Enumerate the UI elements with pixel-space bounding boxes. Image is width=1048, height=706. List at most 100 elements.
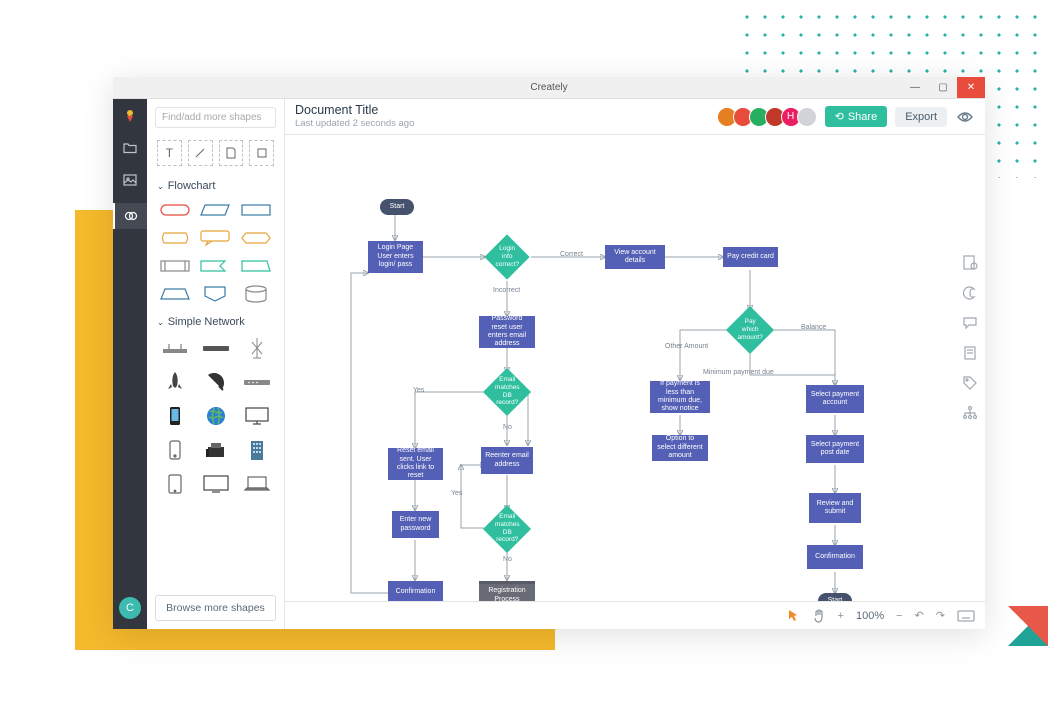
node-confirmation2[interactable]: Confirmation bbox=[807, 545, 863, 569]
shapes-icon[interactable] bbox=[113, 203, 147, 229]
zoom-out-button[interactable]: − bbox=[896, 610, 902, 622]
zoom-in-button[interactable]: + bbox=[838, 610, 844, 622]
node-select-date[interactable]: Select payment post date bbox=[806, 435, 864, 463]
close-button[interactable]: ✕ bbox=[957, 77, 985, 98]
network-section-header[interactable]: ⌄Simple Network bbox=[147, 310, 284, 330]
node-email-matches2[interactable]: Email matches DB record? bbox=[483, 505, 531, 553]
theme-icon[interactable] bbox=[962, 285, 978, 301]
shape-rect[interactable] bbox=[240, 200, 272, 220]
net-building-icon[interactable] bbox=[239, 436, 274, 464]
export-button[interactable]: Export bbox=[895, 107, 947, 127]
node-if-less[interactable]: If payment is less than minimum due, sho… bbox=[650, 381, 710, 413]
rect-tool[interactable] bbox=[249, 140, 274, 166]
shape-offpage[interactable] bbox=[199, 284, 231, 304]
pointer-tool[interactable] bbox=[787, 609, 800, 622]
node-reenter-email[interactable]: Reenter email address bbox=[481, 447, 533, 474]
canvas[interactable]: Start Login Page User enters login/ pass… bbox=[285, 135, 985, 629]
app-title: Creately bbox=[530, 82, 567, 93]
node-confirmation[interactable]: Confirmation bbox=[388, 581, 443, 603]
net-desktop-icon[interactable] bbox=[198, 470, 233, 498]
label-no2: No bbox=[503, 556, 512, 563]
flowchart-section-header[interactable]: ⌄Flowchart bbox=[147, 174, 284, 194]
shape-terminator[interactable] bbox=[159, 200, 191, 220]
preview-button[interactable] bbox=[955, 107, 975, 127]
undo-button[interactable]: ↶ bbox=[915, 609, 924, 622]
label-other-amount: Other Amount bbox=[665, 343, 708, 350]
document-title[interactable]: Document Title bbox=[295, 103, 414, 118]
node-review[interactable]: Review and submit bbox=[809, 493, 861, 523]
shape-callout[interactable] bbox=[199, 228, 231, 248]
label-incorrect: Incorrect bbox=[493, 287, 520, 294]
node-reset-sent[interactable]: Reset email sent. User clicks link to re… bbox=[388, 448, 443, 480]
net-phone-icon[interactable] bbox=[157, 402, 192, 430]
net-switch-icon[interactable] bbox=[198, 334, 233, 362]
net-router-icon[interactable] bbox=[157, 334, 192, 362]
tag-icon[interactable] bbox=[962, 375, 978, 391]
net-monitor-icon[interactable] bbox=[239, 402, 274, 430]
net-satellite-icon[interactable] bbox=[198, 368, 233, 396]
shape-manual[interactable] bbox=[240, 256, 272, 276]
sitemap-icon[interactable] bbox=[962, 405, 978, 421]
shape-cylinder[interactable] bbox=[240, 284, 272, 304]
node-login-page[interactable]: Login Page User enters login/ pass bbox=[368, 241, 423, 273]
logo-icon[interactable] bbox=[121, 107, 139, 125]
browse-shapes-button[interactable]: Browse more shapes bbox=[155, 595, 276, 621]
shape-subroutine[interactable] bbox=[159, 256, 191, 276]
topbar: Document Title Last updated 2 seconds ag… bbox=[285, 99, 985, 135]
right-rail bbox=[955, 135, 985, 601]
minimize-button[interactable]: — bbox=[901, 77, 929, 98]
page-tool[interactable] bbox=[219, 140, 244, 166]
net-hub-icon[interactable] bbox=[239, 368, 274, 396]
keyboard-icon[interactable] bbox=[957, 610, 975, 622]
user-avatar[interactable]: C bbox=[119, 597, 141, 619]
label-no: No bbox=[503, 424, 512, 431]
titlebar: Creately — ▢ ✕ bbox=[113, 77, 985, 99]
node-start[interactable]: Start bbox=[380, 199, 414, 215]
maximize-button[interactable]: ▢ bbox=[929, 77, 957, 98]
net-laptop-icon[interactable] bbox=[239, 470, 274, 498]
notes-icon[interactable] bbox=[962, 345, 978, 361]
node-pay-which[interactable]: Pay which amount? bbox=[726, 306, 774, 354]
node-pwd-reset[interactable]: Password reset user enters email address bbox=[479, 316, 535, 348]
net-tablet-icon[interactable] bbox=[157, 470, 192, 498]
node-pay-card[interactable]: Pay credit card bbox=[723, 247, 778, 267]
label-min-due: Minimum payment due bbox=[703, 369, 774, 376]
node-login-correct[interactable]: Login info correct? bbox=[484, 234, 529, 279]
label-balance: Balance bbox=[801, 324, 826, 331]
comment-icon[interactable] bbox=[962, 315, 978, 331]
image-icon[interactable] bbox=[121, 171, 139, 189]
net-rocket-icon[interactable] bbox=[157, 368, 192, 396]
shape-hex[interactable] bbox=[240, 228, 272, 248]
node-email-matches[interactable]: Email matches DB record? bbox=[483, 368, 531, 416]
shape-parallelogram[interactable] bbox=[199, 200, 231, 220]
app-window: Creately — ▢ ✕ C Find/add more shapes T … bbox=[113, 77, 985, 629]
collaborator-avatars[interactable]: H bbox=[721, 107, 817, 127]
share-button[interactable]: ⟲Share bbox=[825, 106, 888, 127]
hand-tool[interactable] bbox=[812, 609, 826, 623]
zoom-level[interactable]: 100% bbox=[856, 610, 884, 622]
shape-flag[interactable] bbox=[199, 256, 231, 276]
net-tower-icon[interactable] bbox=[239, 334, 274, 362]
document-subtitle: Last updated 2 seconds ago bbox=[295, 118, 414, 129]
redo-button[interactable]: ↷ bbox=[936, 609, 945, 622]
net-mobile-icon[interactable] bbox=[157, 436, 192, 464]
net-fax-icon[interactable] bbox=[198, 436, 233, 464]
label-yes: Yes bbox=[413, 387, 424, 394]
chevron-down-icon: ⌄ bbox=[157, 182, 164, 191]
shapes-panel: Find/add more shapes T ⌄Flowchart bbox=[147, 99, 285, 629]
net-globe-icon[interactable] bbox=[198, 402, 233, 430]
shape-display[interactable] bbox=[159, 228, 191, 248]
node-view-account[interactable]: View account details bbox=[605, 245, 665, 269]
settings-icon[interactable] bbox=[962, 255, 978, 271]
text-tool[interactable]: T bbox=[157, 140, 182, 166]
label-yes2: Yes bbox=[451, 490, 462, 497]
node-enter-pwd[interactable]: Enter new password bbox=[392, 511, 439, 538]
label-correct: Correct bbox=[560, 251, 583, 258]
node-option-select[interactable]: Option to select different amount bbox=[652, 435, 708, 461]
line-tool[interactable] bbox=[188, 140, 213, 166]
folder-icon[interactable] bbox=[121, 139, 139, 157]
node-select-acct[interactable]: Select payment account bbox=[806, 385, 864, 413]
bottombar: + 100% − ↶ ↷ bbox=[285, 601, 985, 629]
search-input[interactable]: Find/add more shapes bbox=[155, 107, 276, 128]
shape-trapezoid[interactable] bbox=[159, 284, 191, 304]
